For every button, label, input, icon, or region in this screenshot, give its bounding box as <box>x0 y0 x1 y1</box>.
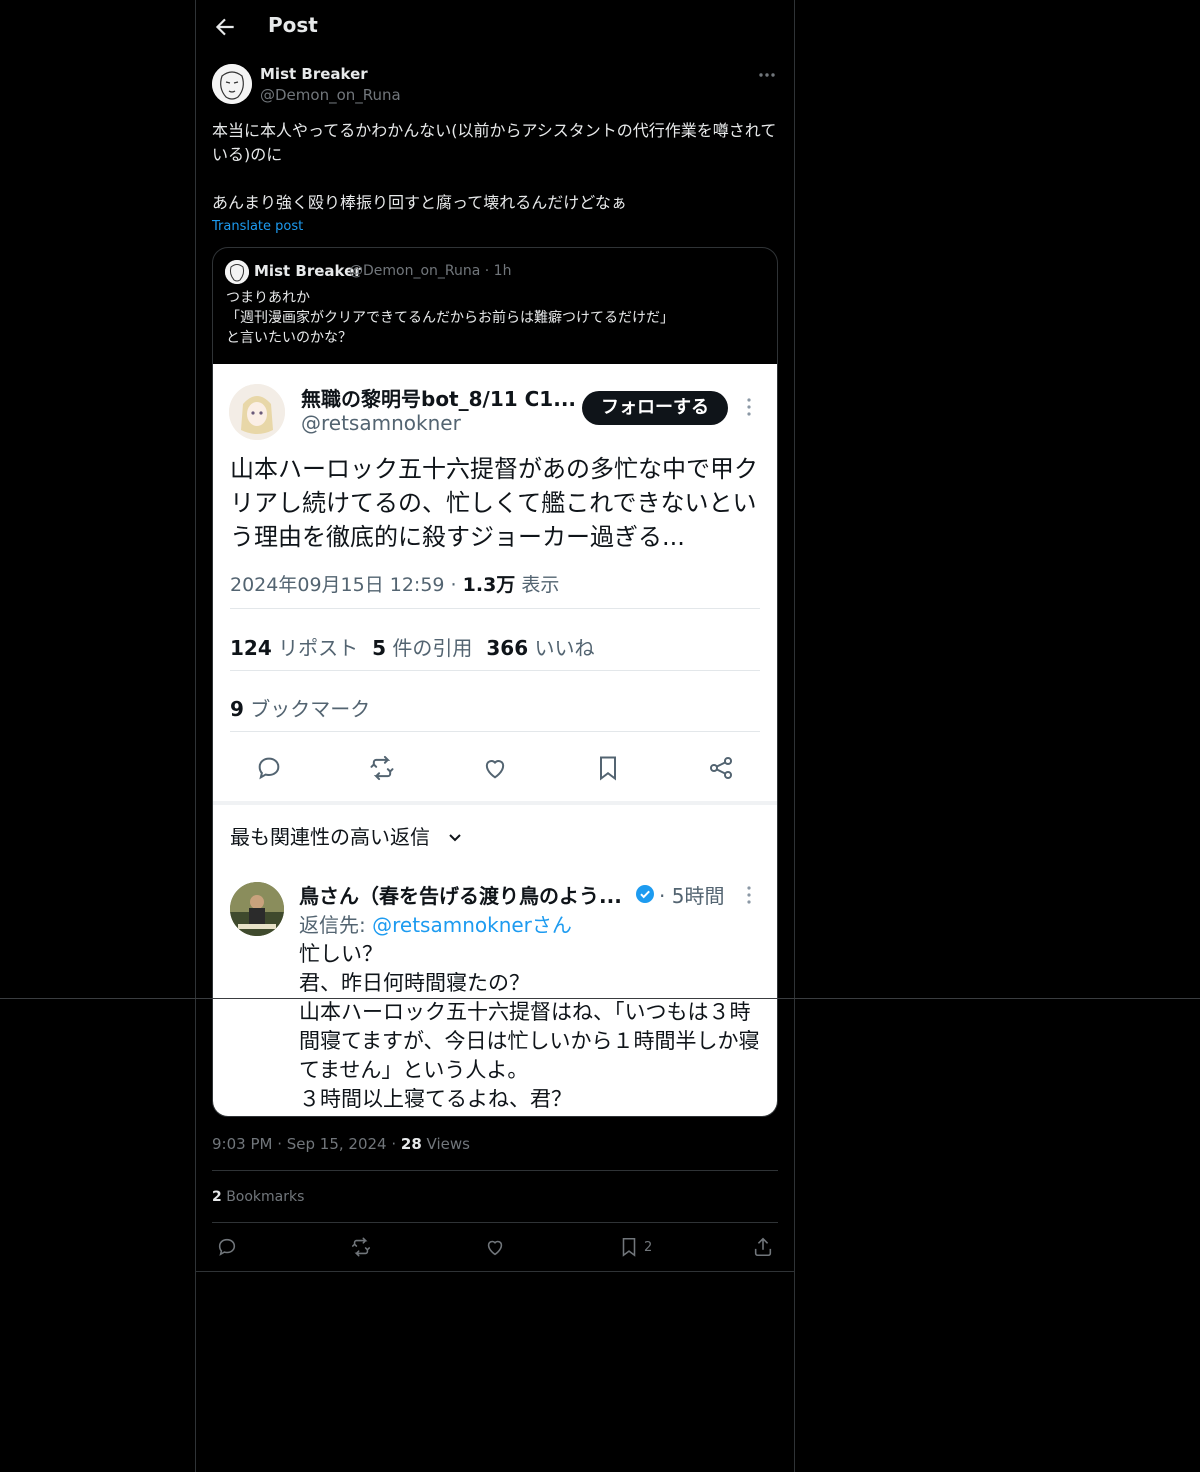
image-divider <box>230 731 760 732</box>
author-handle[interactable]: @Demon_on_Runa <box>260 86 401 104</box>
bookmark-count: 2 <box>644 1239 653 1255</box>
post-text: 本当に本人やってるかわかんない(以前からアシスタントの代行作業を噂されている)の… <box>212 121 777 212</box>
image-reply-icon <box>255 754 283 782</box>
post-timestamp-views: 9:03 PM · Sep 15, 2024 · 28 Views <box>212 1135 470 1153</box>
repost-icon <box>351 1237 371 1257</box>
divider <box>196 1271 794 1272</box>
reply-author-avatar <box>230 882 284 936</box>
reply-time: · 5時間 <box>659 884 725 908</box>
share-button[interactable] <box>752 1235 774 1259</box>
divider <box>212 1170 778 1171</box>
image-divider <box>230 608 760 609</box>
more-options-icon[interactable] <box>756 64 778 86</box>
main-column: Post Mist Breaker @Demon_on_Runa 本当に本人やっ… <box>195 0 795 1472</box>
reply-text: 忙しい？ 君、昨日何時間寝たの？ 山本ハーロック五十六提督はね、「いつもは３時間… <box>299 942 760 1111</box>
quoted-author-meta: @Demon_on_Runa · 1h <box>349 263 512 279</box>
heart-icon <box>487 1240 503 1256</box>
image-repost-icon <box>368 754 396 782</box>
quoted-post-image[interactable]: 無職の黎明号bot_8/11 C1... @retsamnokner フォローす… <box>213 364 777 1116</box>
image-divider <box>230 670 760 671</box>
bookmark-icon <box>622 1237 636 1257</box>
image-more-icon <box>741 396 757 418</box>
reply-to-line: 返信先: @retsamnoknerさん <box>299 913 572 937</box>
quoted-post[interactable]: Mist Breaker @Demon_on_Runa · 1h つまりあれか … <box>212 247 778 1117</box>
reply-button[interactable] <box>216 1235 238 1259</box>
bookmark-button[interactable]: 2 <box>618 1235 652 1259</box>
divider <box>212 1222 778 1223</box>
reply-more-icon <box>741 884 757 906</box>
like-button[interactable] <box>484 1235 506 1259</box>
image-post-date: 2024年09月15日 12:59 · 1.3万 表示 <box>230 574 560 596</box>
image-author-avatar <box>229 384 285 440</box>
image-engagement-stats: 124 リポスト 5 件の引用 366 いいね <box>230 636 595 660</box>
image-post-text: 山本ハーロック五十六提督があの多忙な中で甲クリアし続けてるの、忙しくて艦これでき… <box>230 455 758 551</box>
image-bookmark-stats: 9 ブックマーク <box>230 697 371 721</box>
overlay-guide-line <box>0 998 1200 999</box>
image-sort-label: 最も関連性の高い返信 <box>230 825 430 849</box>
page-title: Post <box>268 13 318 37</box>
image-follow-button: フォローする <box>582 391 728 425</box>
author-name[interactable]: Mist Breaker <box>260 65 368 83</box>
translate-post-link[interactable]: Translate post <box>212 219 303 234</box>
quoted-author-name: Mist Breaker <box>254 262 362 280</box>
quoted-author-avatar <box>225 260 249 284</box>
image-author-handle: @retsamnokner <box>301 411 461 435</box>
repost-button[interactable] <box>350 1235 372 1259</box>
author-avatar[interactable] <box>212 64 252 104</box>
image-share-icon <box>707 754 735 782</box>
share-icon <box>754 1237 772 1257</box>
reply-author-name: 鳥さん（春を告げる渡り鳥のよう... <box>299 884 622 908</box>
image-bookmark-icon <box>594 754 622 782</box>
image-like-icon <box>481 754 509 782</box>
image-section-divider <box>213 801 777 805</box>
chevron-down-icon <box>447 829 463 845</box>
verified-badge-icon <box>635 884 655 904</box>
reply-icon <box>218 1238 236 1256</box>
back-arrow-icon[interactable] <box>212 14 238 40</box>
quoted-post-text: つまりあれか 「週刊漫画家がクリアできてるんだからお前らは難癖つけてるだけだ」 … <box>226 290 674 346</box>
bookmarks-count[interactable]: 2 Bookmarks <box>212 1189 304 1205</box>
image-author-name: 無職の黎明号bot_8/11 C1... <box>301 387 577 411</box>
